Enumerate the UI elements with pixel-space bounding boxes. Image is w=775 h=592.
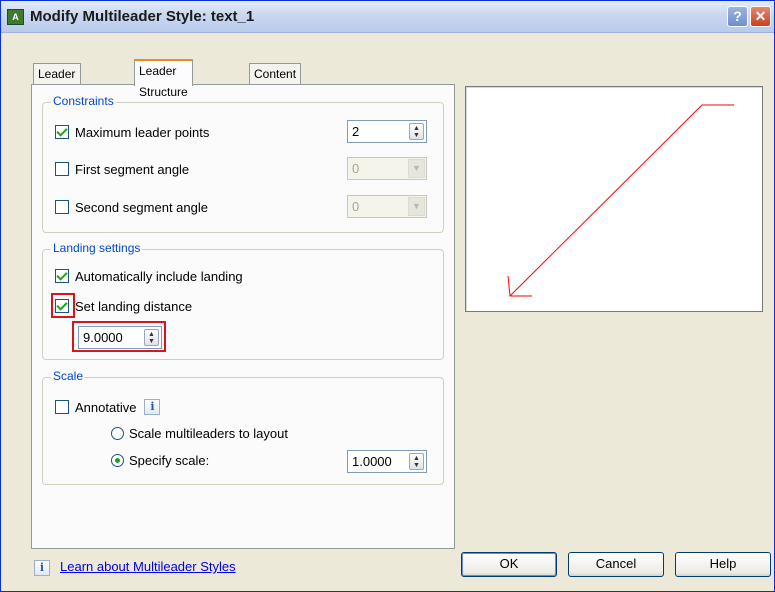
constraints-legend: Constraints (51, 94, 116, 108)
scale-to-layout-row[interactable]: Scale multileaders to layout (111, 424, 288, 442)
title-bar[interactable]: A Modify Multileader Style: text_1 ? ✕ (1, 1, 774, 33)
scale-to-layout-radio[interactable] (111, 426, 124, 440)
spinner-arrows-icon[interactable]: ▲ ▼ (409, 123, 424, 140)
max-leader-points-checkbox[interactable] (55, 125, 69, 139)
leader-line (509, 104, 734, 297)
tab-leader-format[interactable]: Leader Format (33, 63, 81, 102)
app-icon: A (7, 9, 24, 25)
cancel-button[interactable]: Cancel (568, 552, 664, 577)
constraints-group: Constraints Maximum leader points 2 ▲ ▼ F… (42, 94, 444, 233)
auto-include-landing-label: Automatically include landing (75, 268, 243, 284)
max-leader-points-label: Maximum leader points (75, 124, 210, 140)
set-landing-distance-row[interactable]: Set landing distance (55, 297, 192, 315)
distance-highlight-box (72, 321, 166, 352)
leader-preview (465, 86, 763, 312)
set-landing-distance-label: Set landing distance (75, 298, 193, 314)
max-leader-points-spinner[interactable]: 2 ▲ ▼ (347, 120, 427, 143)
second-segment-angle-checkbox[interactable] (55, 200, 69, 214)
close-button[interactable]: ✕ (750, 6, 771, 27)
annotative-row[interactable]: Annotative i (55, 398, 161, 416)
help-button[interactable]: Help (675, 552, 771, 577)
dialog-window: A Modify Multileader Style: text_1 ? ✕ L… (0, 0, 775, 592)
tab-panel: Constraints Maximum leader points 2 ▲ ▼ F… (31, 84, 455, 549)
checkbox-highlight-box (51, 293, 75, 318)
specify-scale-spinner[interactable]: 1.0000 ▲ ▼ (347, 450, 427, 473)
first-segment-angle-row[interactable]: First segment angle (55, 160, 189, 178)
scale-legend: Scale (51, 369, 86, 383)
first-segment-angle-value: 0 (352, 161, 360, 176)
scale-group: Scale Annotative i Scale multileaders to… (42, 369, 444, 485)
tab-content[interactable]: Content (249, 63, 302, 85)
first-segment-angle-label: First segment angle (75, 161, 190, 177)
leader-preview-drawing (507, 104, 734, 297)
tab-leader-structure[interactable]: Leader Structure (134, 59, 193, 99)
chevron-down-icon[interactable]: ▼ (408, 197, 425, 216)
specify-scale-radio[interactable] (111, 453, 124, 467)
info-icon[interactable]: i (144, 399, 161, 415)
specify-scale-value[interactable]: 1.0000 (352, 454, 392, 469)
second-segment-angle-select[interactable]: 0 ▼ (347, 195, 427, 218)
window-title: Modify Multileader Style: text_1 (30, 8, 255, 25)
landing-settings-group: Landing settings Automatically include l… (42, 241, 444, 360)
second-segment-angle-row[interactable]: Second segment angle (55, 198, 208, 216)
specify-scale-label: Specify scale: (129, 452, 210, 468)
second-segment-angle-value: 0 (352, 199, 360, 214)
spinner-arrows-icon[interactable]: ▲ ▼ (409, 453, 424, 470)
chevron-down-icon[interactable]: ▼ (408, 159, 425, 178)
footer-info-icon: i (34, 560, 50, 576)
annotative-checkbox[interactable] (55, 400, 69, 414)
auto-include-landing-row[interactable]: Automatically include landing (55, 267, 243, 285)
landing-settings-legend: Landing settings (51, 241, 143, 255)
ok-button[interactable]: OK (461, 552, 557, 577)
scale-to-layout-label: Scale multileaders to layout (129, 425, 288, 441)
first-segment-angle-select[interactable]: 0 ▼ (347, 157, 427, 180)
second-segment-angle-label: Second segment angle (75, 199, 208, 215)
first-segment-angle-checkbox[interactable] (55, 162, 69, 176)
learn-more-link[interactable]: Learn about Multileader Styles (60, 559, 236, 574)
help-title-button[interactable]: ? (727, 6, 748, 27)
auto-include-landing-checkbox[interactable] (55, 269, 69, 283)
max-leader-points-value[interactable]: 2 (352, 124, 359, 139)
max-leader-points-row[interactable]: Maximum leader points (55, 123, 209, 141)
specify-scale-row[interactable]: Specify scale: (111, 451, 209, 469)
annotative-label: Annotative (75, 399, 137, 415)
